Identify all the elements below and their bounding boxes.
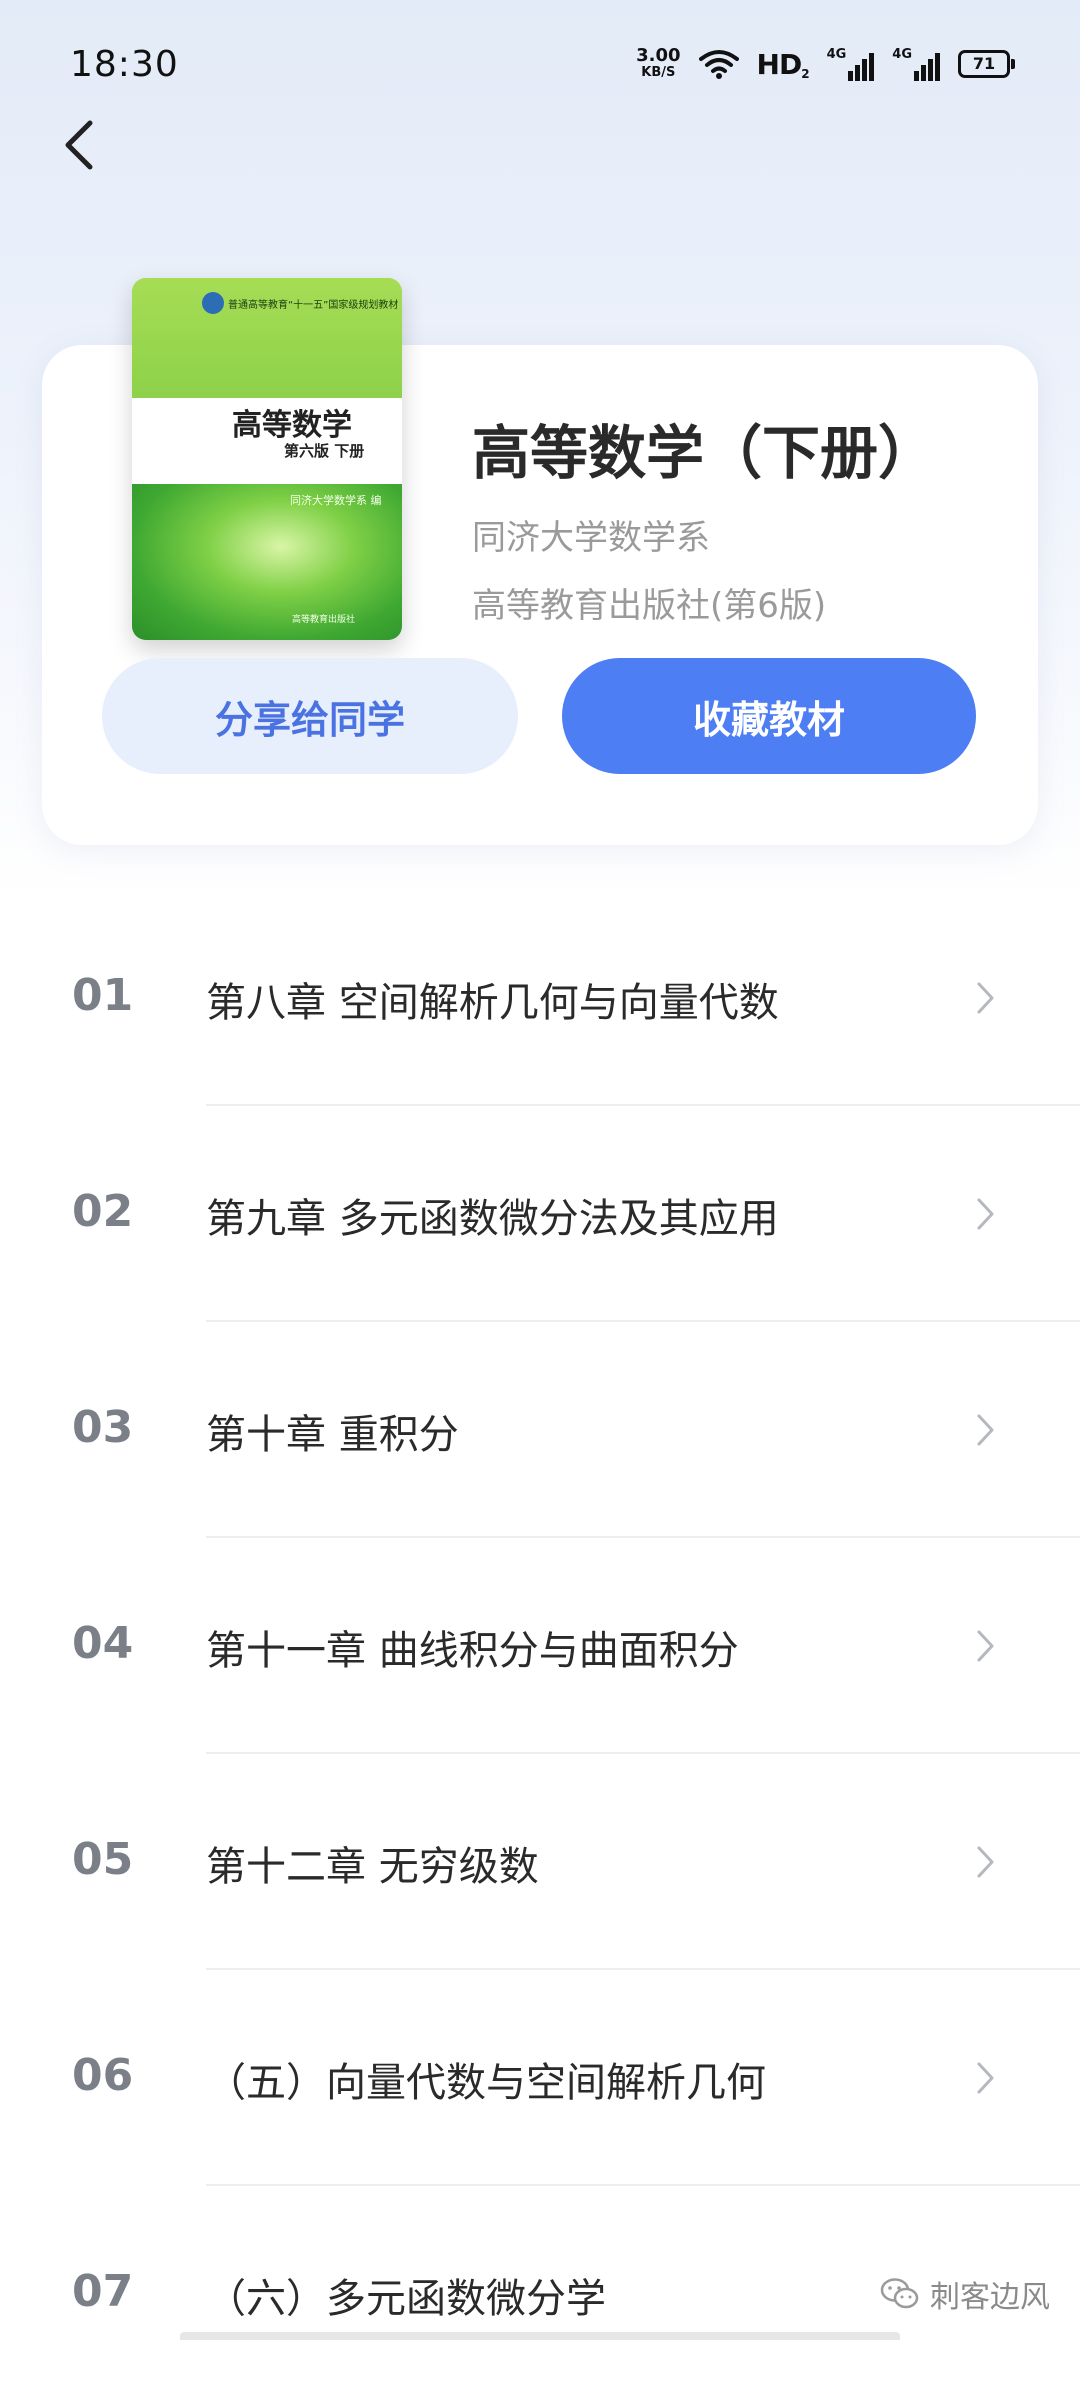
cellular-signal-1: 4G: [827, 47, 875, 81]
battery-icon: 71: [958, 50, 1015, 78]
book-publisher: 高等教育出版社(第6版): [472, 586, 827, 626]
book-title: 高等数学（下册）: [472, 419, 937, 487]
network-speed-value: 3.00: [636, 45, 681, 66]
chapter-item[interactable]: 04 第十一章 曲线积分与曲面积分: [0, 1538, 1080, 1754]
chevron-right-icon: [977, 1198, 994, 1230]
cover-series-text: 普通高等教育“十一五”国家级规划教材: [228, 300, 399, 311]
chapter-item[interactable]: 01 第八章 空间解析几何与向量代数: [0, 890, 1080, 1106]
hd-voice-indicator: HD2: [756, 47, 810, 81]
share-to-classmate-button[interactable]: 分享给同学: [102, 658, 518, 774]
chevron-right-icon: [977, 1630, 994, 1662]
book-author: 同济大学数学系: [472, 518, 710, 558]
battery-level: 71: [972, 54, 996, 73]
chevron-right-icon: [977, 1414, 994, 1446]
wifi-icon: [698, 50, 739, 79]
chapter-item[interactable]: 02 第九章 多元函数微分法及其应用: [0, 1106, 1080, 1322]
chapter-title: 第八章 空间解析几何与向量代数: [206, 980, 779, 1026]
chapter-item[interactable]: 03 第十章 重积分: [0, 1322, 1080, 1538]
chapter-list: 01 第八章 空间解析几何与向量代数 02 第九章 多元函数微分法及其应用 03…: [0, 890, 1080, 2402]
bottom-edge-bar: [180, 2332, 900, 2340]
chapter-title: （六）多元函数微分学: [206, 2276, 606, 2322]
chapter-number: 03: [72, 1402, 134, 1453]
network-speed: 3.00 KB/S: [636, 47, 680, 81]
chevron-right-icon: [977, 1846, 994, 1878]
network-type-label: 4G: [892, 47, 912, 62]
chevron-right-icon: [977, 982, 994, 1014]
chapter-number: 04: [72, 1618, 134, 1669]
chapter-number: 06: [72, 2050, 134, 2101]
hd-sub-label: 2: [801, 66, 809, 81]
chapter-number: 02: [72, 1186, 134, 1237]
back-button[interactable]: [40, 105, 120, 185]
chapter-title: （五）向量代数与空间解析几何: [206, 2060, 766, 2106]
chevron-left-icon: [65, 120, 93, 170]
collect-textbook-button[interactable]: 收藏教材: [562, 658, 976, 774]
watermark-text: 刺客边风: [930, 2280, 1050, 2315]
chapter-item[interactable]: 05 第十二章 无穷级数: [0, 1754, 1080, 1970]
wechat-icon: [880, 2278, 919, 2309]
chapter-title: 第九章 多元函数微分法及其应用: [206, 1196, 779, 1242]
chevron-right-icon: [977, 2062, 994, 2094]
watermark: 刺客边风: [880, 2272, 1050, 2316]
cover-logo-icon: [202, 292, 224, 314]
cover-edition: 第六版 下册: [284, 442, 365, 460]
chapter-item[interactable]: 06 （五）向量代数与空间解析几何: [0, 1970, 1080, 2186]
network-type-label: 4G: [826, 47, 847, 62]
status-time: 18:30: [70, 44, 179, 85]
chapter-number: 07: [72, 2266, 134, 2317]
cover-publisher: 高等教育出版社: [292, 615, 356, 625]
chapter-number: 01: [72, 970, 134, 1021]
chapter-number: 05: [72, 1834, 134, 1885]
book-cover-image: 普通高等教育“十一五”国家级规划教材 高等数学 第六版 下册 同济大学数学系 编…: [132, 278, 402, 640]
hd-label: HD: [756, 47, 803, 81]
cellular-signal-2: 4G: [892, 47, 940, 81]
status-icons: 3.00 KB/S HD2 4G 4G 71: [636, 44, 1015, 84]
network-speed-unit: KB/S: [641, 65, 676, 80]
chapter-title: 第十一章 曲线积分与曲面积分: [206, 1628, 739, 1674]
chapter-title: 第十章 重积分: [206, 1412, 459, 1458]
status-bar: 18:30 3.00 KB/S HD2 4G 4G 71: [0, 0, 1080, 130]
cover-title: 高等数学: [232, 408, 352, 443]
chapter-title: 第十二章 无穷级数: [206, 1844, 539, 1890]
cover-author: 同济大学数学系 编: [290, 494, 382, 507]
